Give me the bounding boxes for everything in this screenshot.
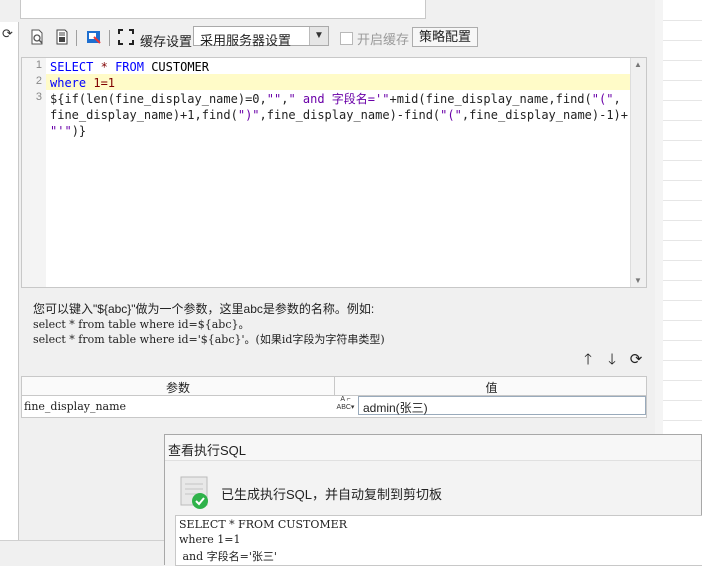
text-type-icon[interactable]: A ⌐ ABC▾ bbox=[335, 396, 356, 414]
code-line-3-wrap: "'")} bbox=[50, 124, 87, 138]
checkbox-box[interactable] bbox=[340, 32, 353, 45]
sql-document-icon[interactable] bbox=[53, 28, 71, 46]
code-line-3-wrap: fine_display_name)+1,find(")",fine_displ… bbox=[50, 108, 629, 122]
chevron-down-icon[interactable]: ▼ bbox=[309, 27, 328, 45]
param-help-text: 您可以键入"${abc}"做为一个参数，这里abc是参数的名称。例如: bbox=[33, 302, 375, 316]
sql-line: where 1=1 bbox=[179, 533, 241, 546]
top-input[interactable] bbox=[20, 0, 426, 19]
enable-cache-checkbox[interactable]: 开启缓存 bbox=[340, 29, 409, 48]
param-help-example-2: select * from table where id='${abc}'。(如… bbox=[33, 333, 385, 346]
status-strip bbox=[0, 540, 165, 566]
enable-cache-label: 开启缓存 bbox=[357, 32, 410, 47]
refresh-params-icon[interactable]: ⟳ bbox=[628, 352, 644, 368]
param-help-example-1: select * from table where id=${abc}。 bbox=[33, 318, 250, 331]
left-panel: ⟳ bbox=[0, 22, 19, 540]
line-number: 3 bbox=[35, 91, 42, 103]
preview-icon[interactable] bbox=[28, 28, 46, 46]
arrow-down-icon[interactable]: 🡓 bbox=[604, 352, 620, 368]
success-document-icon bbox=[180, 476, 208, 509]
line-number: 2 bbox=[35, 75, 42, 87]
dialog-body: 已生成执行SQL，并自动复制到剪切板 SELECT * FROM CUSTOME… bbox=[165, 461, 702, 566]
dialog-title: 查看执行SQL bbox=[168, 443, 247, 458]
fullscreen-icon[interactable] bbox=[117, 28, 135, 46]
code-line-1: SELECT * FROM CUSTOMER bbox=[50, 60, 209, 74]
cache-mode-value: 采用服务器设置 bbox=[200, 33, 292, 48]
table-header: 参数 值 bbox=[22, 377, 646, 396]
generated-message: 已生成执行SQL，并自动复制到剪切板 bbox=[221, 487, 443, 502]
column-header-param: 参数 bbox=[165, 381, 190, 395]
sql-line: SELECT * FROM CUSTOMER bbox=[179, 518, 347, 531]
generated-sql-text[interactable]: SELECT * FROM CUSTOMER where 1=1 and 字段名… bbox=[175, 515, 702, 566]
export-icon[interactable] bbox=[85, 28, 103, 46]
line-number: 1 bbox=[35, 59, 42, 71]
editor-scrollbar[interactable]: ▲ ▼ bbox=[630, 58, 646, 287]
scroll-up-icon[interactable]: ▲ bbox=[634, 60, 642, 69]
cache-mode-select[interactable]: 采用服务器设置 ▼ bbox=[193, 26, 329, 48]
cache-settings-label: 缓存设置 bbox=[140, 34, 193, 49]
param-name: fine_display_name bbox=[24, 400, 127, 413]
current-line-highlight bbox=[46, 74, 631, 90]
dialog-title-bar[interactable]: 查看执行SQL bbox=[165, 435, 701, 461]
line-gutter: 1 2 3 bbox=[22, 58, 46, 287]
param-value-input[interactable]: admin(张三) bbox=[358, 396, 646, 415]
arrow-up-icon[interactable]: 🡑 bbox=[580, 352, 596, 368]
view-sql-dialog: 查看执行SQL 已生成执行SQL，并自动复制到剪切板 SELECT * FROM… bbox=[164, 434, 702, 566]
code-line-3: ${if(len(fine_display_name)=0,""," and 字… bbox=[50, 92, 621, 106]
column-header-value: 值 bbox=[485, 381, 498, 395]
refresh-icon[interactable]: ⟳ bbox=[2, 26, 13, 42]
parameter-table: 参数 值 fine_display_name A ⌐ ABC▾ admin(张三) bbox=[21, 376, 647, 418]
sql-line: and 字段名='张三' bbox=[179, 550, 277, 563]
strategy-config-button[interactable]: 策略配置 bbox=[412, 27, 478, 47]
code-line-2: where 1=1 bbox=[50, 76, 116, 90]
editor-toolbar: 缓存设置 采用服务器设置 ▼ 开启缓存 策略配置 bbox=[20, 24, 648, 52]
sql-editor[interactable]: 1 2 3 SELECT * FROM CUSTOMER where 1=1 $… bbox=[21, 57, 647, 288]
scroll-down-icon[interactable]: ▼ bbox=[634, 276, 642, 285]
